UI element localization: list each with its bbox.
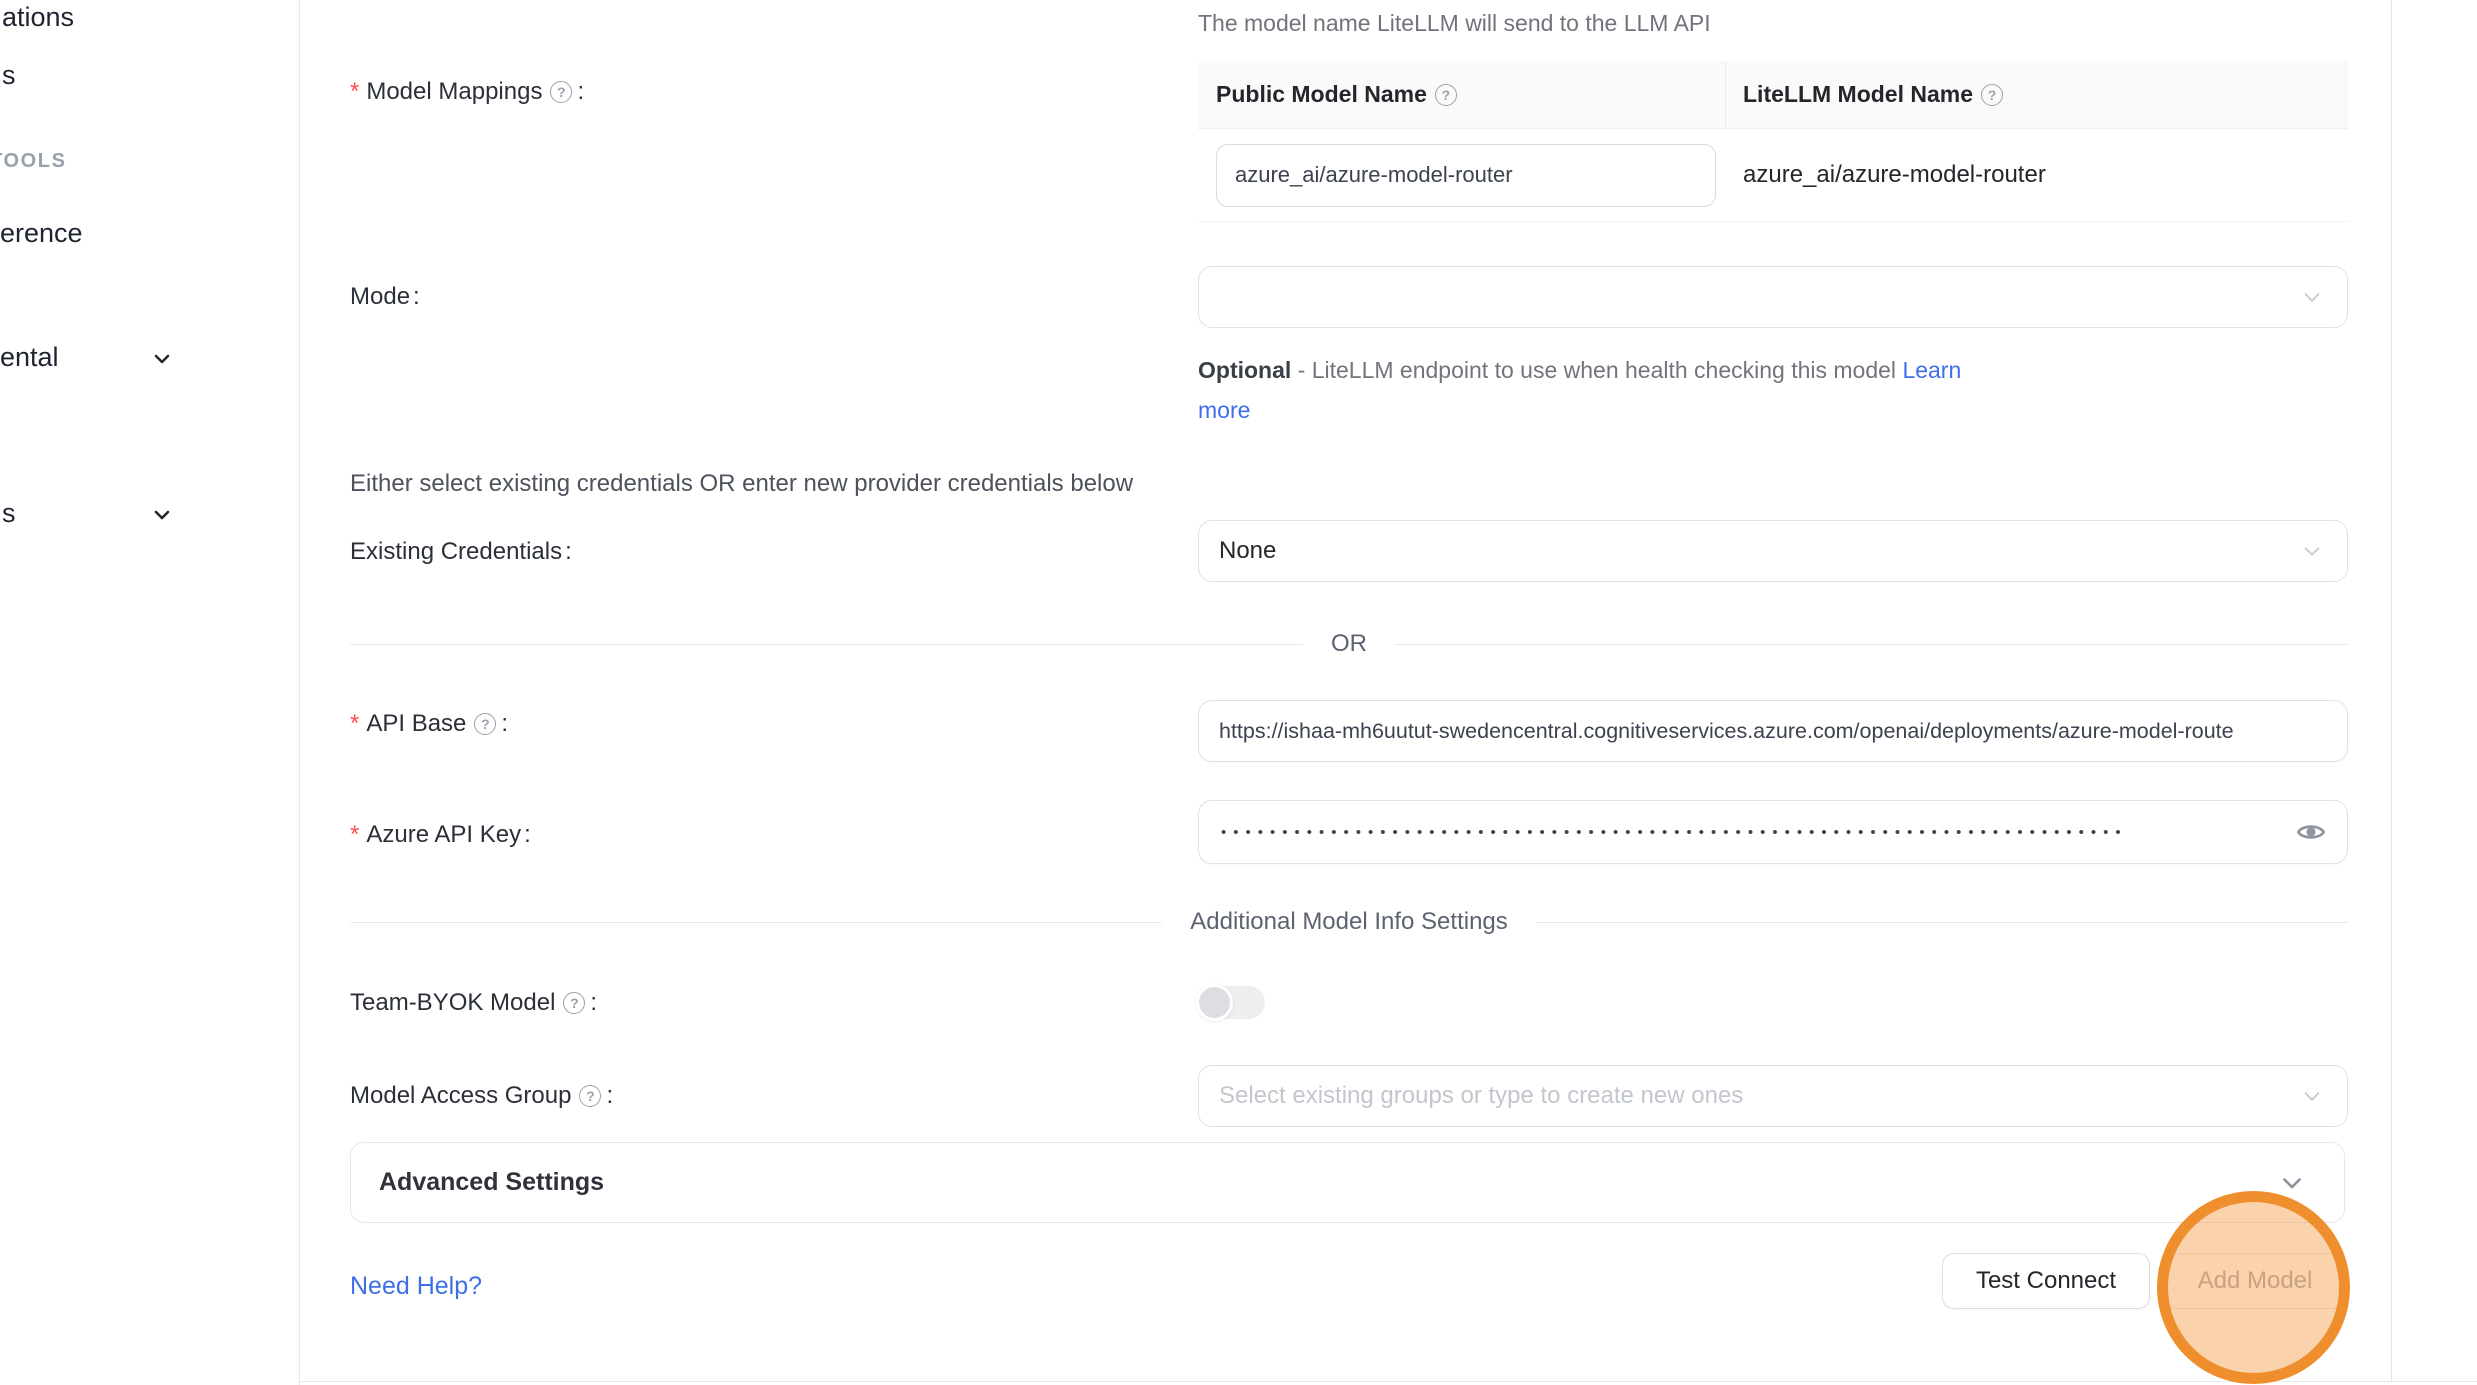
chevron-down-icon (2301, 1085, 2323, 1107)
azure-api-key-label: * Azure API Key : (350, 821, 531, 849)
model-access-group-label-text: Model Access Group (350, 1082, 571, 1110)
sidebar: ations s TOOLS erence ental s (0, 0, 300, 1385)
public-model-name-input[interactable] (1216, 144, 1716, 207)
help-icon[interactable]: ? (1435, 84, 1457, 106)
model-access-group-select[interactable]: Select existing groups or type to create… (1198, 1065, 2348, 1127)
help-icon[interactable]: ? (474, 713, 496, 735)
litellm-model-name-header: LiteLLM Model Name ? (1726, 81, 2005, 108)
form-card-right-border (2391, 0, 2392, 1381)
divider-line (1536, 922, 2348, 923)
or-divider: OR (350, 630, 2348, 658)
form-card-bottom-border (300, 1381, 2477, 1382)
help-icon[interactable]: ? (1981, 84, 2003, 106)
help-icon[interactable]: ? (579, 1085, 601, 1107)
sidebar-item-inference[interactable]: erence (0, 218, 83, 249)
litellm-model-name-value: azure_ai/azure-model-router (1743, 161, 2046, 189)
sidebar-item-experimental[interactable]: ental (0, 342, 59, 373)
litellm-model-name-header-text: LiteLLM Model Name (1743, 81, 1973, 108)
sidebar-item-integrations[interactable]: ations (2, 2, 74, 33)
model-mappings-label-text: Model Mappings (366, 78, 542, 106)
or-divider-text: OR (1303, 630, 1395, 658)
team-byok-label: Team-BYOK Model ? : (350, 989, 597, 1017)
mode-select[interactable] (1198, 266, 2348, 328)
chevron-down-icon (2278, 1169, 2306, 1197)
sidebar-item-settings[interactable]: s (2, 498, 16, 529)
need-help-link[interactable]: Need Help? (350, 1272, 482, 1301)
api-base-label-text: API Base (366, 710, 466, 738)
existing-credentials-value: None (1199, 537, 1276, 565)
divider-line (1395, 644, 2348, 645)
public-model-name-header: Public Model Name ? (1198, 61, 1726, 128)
model-mappings-table: Public Model Name ? LiteLLM Model Name ?… (1198, 61, 2348, 222)
required-marker: * (350, 78, 359, 106)
existing-credentials-label-text: Existing Credentials (350, 538, 562, 566)
api-base-label: * API Base ? : (350, 710, 508, 738)
sidebar-item[interactable]: s (2, 60, 16, 91)
additional-info-divider: Additional Model Info Settings (350, 908, 2348, 936)
model-name-hint: The model name LiteLLM will send to the … (1198, 10, 1711, 37)
api-base-field (1198, 700, 2348, 762)
mode-helper-rest: - LiteLLM endpoint to use when health ch… (1291, 357, 1902, 383)
eye-icon-glyph (2295, 816, 2327, 848)
colon: : (590, 989, 597, 1017)
add-model-button[interactable]: Add Model (2165, 1253, 2345, 1309)
mappings-table-header: Public Model Name ? LiteLLM Model Name ? (1198, 61, 2348, 129)
model-access-group-placeholder: Select existing groups or type to create… (1199, 1082, 1743, 1110)
mode-helper-text: Optional - LiteLLM endpoint to use when … (1198, 350, 2048, 430)
chevron-down-icon (2301, 540, 2323, 562)
model-mappings-label: * Model Mappings ? : (350, 78, 584, 106)
existing-credentials-label: Existing Credentials : (350, 538, 572, 566)
mode-label-text: Mode (350, 283, 410, 311)
masked-api-key: ••••••••••••••••••••••••••••••••••••••••… (1199, 824, 2159, 841)
azure-api-key-field[interactable]: ••••••••••••••••••••••••••••••••••••••••… (1198, 800, 2348, 864)
advanced-settings-panel[interactable]: Advanced Settings (350, 1142, 2345, 1223)
additional-info-divider-text: Additional Model Info Settings (1162, 908, 1536, 936)
colon: : (524, 821, 531, 849)
api-base-input[interactable] (1199, 701, 2347, 761)
azure-api-key-label-text: Azure API Key (366, 821, 521, 849)
chevron-down-icon[interactable] (150, 347, 174, 371)
help-icon[interactable]: ? (550, 81, 572, 103)
required-marker: * (350, 821, 359, 849)
help-icon[interactable]: ? (563, 992, 585, 1014)
colon: : (577, 78, 584, 106)
required-marker: * (350, 710, 359, 738)
chevron-down-icon (2301, 286, 2323, 308)
mode-label: Mode : (350, 283, 420, 311)
divider-line (350, 644, 1303, 645)
model-access-group-label: Model Access Group ? : (350, 1082, 613, 1110)
mappings-table-row: azure_ai/azure-model-router (1198, 129, 2348, 222)
colon: : (565, 538, 572, 566)
sidebar-section-tools: TOOLS (0, 150, 67, 173)
colon: : (413, 283, 420, 311)
team-byok-label-text: Team-BYOK Model (350, 989, 555, 1017)
learn-more-link-line2[interactable]: more (1198, 397, 1250, 423)
toggle-knob (1196, 984, 1233, 1021)
eye-icon[interactable] (2293, 814, 2329, 850)
colon: : (501, 710, 508, 738)
existing-credentials-select[interactable]: None (1198, 520, 2348, 582)
add-model-page: ations s TOOLS erence ental s The model … (0, 0, 2477, 1385)
public-model-name-header-text: Public Model Name (1216, 81, 1427, 108)
credentials-note: Either select existing credentials OR en… (350, 470, 1133, 498)
divider-line (350, 922, 1162, 923)
chevron-down-icon[interactable] (150, 503, 174, 527)
optional-bold: Optional (1198, 357, 1291, 383)
colon: : (606, 1082, 613, 1110)
test-connect-button[interactable]: Test Connect (1942, 1253, 2150, 1309)
team-byok-toggle[interactable] (1198, 986, 1265, 1019)
advanced-settings-title: Advanced Settings (379, 1168, 604, 1197)
learn-more-link-line1[interactable]: Learn (1902, 357, 1961, 383)
